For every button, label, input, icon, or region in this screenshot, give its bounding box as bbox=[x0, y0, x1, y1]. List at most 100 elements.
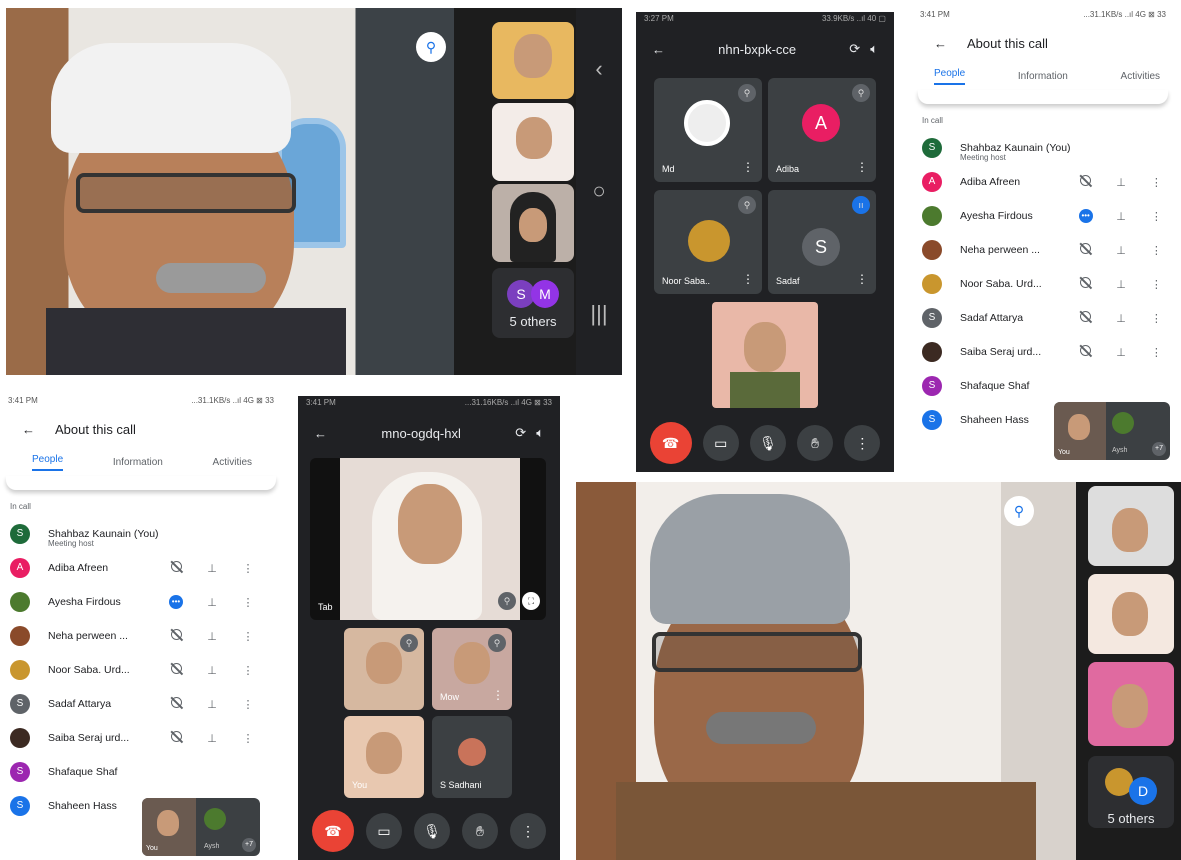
end-call-button[interactable]: ☎ bbox=[649, 422, 692, 464]
speaking-icon: ••• bbox=[1068, 209, 1103, 223]
pin-icon[interactable]: ⊥ bbox=[194, 664, 230, 677]
pin-icon[interactable]: ⚲ bbox=[416, 32, 446, 62]
more-icon[interactable]: ⋮ bbox=[1139, 312, 1174, 325]
participant-row[interactable]: S Sadaf Attarya ⊥ ⋮ bbox=[912, 301, 1174, 335]
pin-icon[interactable]: ⊥ bbox=[194, 698, 230, 711]
pin-icon[interactable]: ⊥ bbox=[194, 630, 230, 643]
pin-icon[interactable]: ⊥ bbox=[1103, 244, 1138, 257]
more-icon[interactable]: ⋮ bbox=[492, 688, 504, 702]
more-icon[interactable]: ⋮ bbox=[1139, 244, 1174, 257]
pip-video[interactable]: You Aysh +7 bbox=[1054, 402, 1170, 460]
home-nav-icon[interactable]: ○ bbox=[592, 178, 605, 204]
others-tile[interactable]: D 5 others bbox=[1088, 756, 1174, 828]
pin-icon[interactable]: ⊥ bbox=[1103, 346, 1138, 359]
tab-activities[interactable]: Activities bbox=[213, 457, 252, 468]
participant-tile[interactable]: S ıı Sadaf ⋮ bbox=[768, 190, 876, 294]
fullscreen-icon[interactable]: ⛶ bbox=[522, 592, 540, 610]
pip-video[interactable]: You Aysh +7 bbox=[142, 798, 260, 856]
participant-row[interactable]: S Shafaque Shaf bbox=[912, 369, 1174, 403]
more-options-button[interactable]: ⋮ bbox=[844, 425, 881, 461]
meeting-code[interactable]: nhn-bxpk-cce bbox=[675, 42, 839, 57]
raise-hand-button[interactable]: ✋︎ bbox=[797, 425, 834, 461]
back-arrow-icon[interactable]: ← bbox=[22, 422, 35, 437]
more-icon[interactable]: ⋮ bbox=[1139, 210, 1174, 223]
participant-row[interactable]: A Adiba Afreen ⊥ ⋮ bbox=[912, 165, 1174, 199]
featured-video[interactable]: Tab ⚲ ⛶ bbox=[310, 458, 546, 620]
tab-people[interactable]: People bbox=[934, 68, 966, 85]
pin-icon[interactable]: ⊥ bbox=[194, 596, 230, 609]
participant-tile[interactable]: S Sadhani bbox=[432, 716, 512, 798]
participant-row[interactable]: Neha perween ... ⊥ ⋮ bbox=[0, 619, 282, 653]
participant-row[interactable]: Saiba Seraj urd... ⊥ ⋮ bbox=[0, 721, 282, 755]
switch-camera-icon[interactable]: ⟳ bbox=[515, 425, 526, 441]
participant-row[interactable]: Neha perween ... ⊥ ⋮ bbox=[912, 233, 1174, 267]
participant-tile[interactable]: ⚲ Noor Saba.. ⋮ bbox=[654, 190, 762, 294]
camera-button[interactable]: ▭ bbox=[366, 813, 402, 849]
participant-row[interactable]: Noor Saba. Urd... ⊥ ⋮ bbox=[0, 653, 282, 687]
tab-information[interactable]: Information bbox=[1018, 71, 1068, 82]
back-arrow-icon[interactable]: ← bbox=[934, 36, 947, 51]
more-options-button[interactable]: ⋮ bbox=[510, 813, 546, 849]
participant-row[interactable]: S Shahbaz Kaunain (You) Meeting host bbox=[0, 517, 282, 551]
participant-thumb[interactable] bbox=[492, 184, 574, 262]
more-icon[interactable]: ⋮ bbox=[230, 664, 266, 677]
more-icon[interactable]: ⋮ bbox=[230, 562, 266, 575]
camera-button[interactable]: ▭ bbox=[702, 425, 739, 461]
speaker-icon[interactable]: 🔈︎ bbox=[870, 41, 878, 57]
participant-thumb[interactable] bbox=[492, 103, 574, 181]
more-icon[interactable]: ⋮ bbox=[742, 160, 754, 174]
participant-row[interactable]: Saiba Seraj urd... ⊥ ⋮ bbox=[912, 335, 1174, 369]
participant-tile[interactable]: ⚲ Md ⋮ bbox=[654, 78, 762, 182]
back-arrow-icon[interactable]: ← bbox=[652, 42, 665, 57]
participant-row[interactable]: Ayesha Firdous ••• ⊥ ⋮ bbox=[0, 585, 282, 619]
tab-activities[interactable]: Activities bbox=[1121, 71, 1160, 82]
pin-icon[interactable]: ⊥ bbox=[1103, 312, 1138, 325]
participant-thumb[interactable] bbox=[1088, 662, 1174, 746]
tab-people[interactable]: People bbox=[32, 454, 64, 471]
more-icon[interactable]: ⋮ bbox=[1139, 346, 1174, 359]
more-icon[interactable]: ⋮ bbox=[856, 272, 868, 286]
muted-mic-icon bbox=[158, 629, 194, 643]
more-icon[interactable]: ⋮ bbox=[1139, 278, 1174, 291]
participant-row[interactable]: A Adiba Afreen ⊥ ⋮ bbox=[0, 551, 282, 585]
participant-tile[interactable]: A ⚲ Adiba ⋮ bbox=[768, 78, 876, 182]
tab-information[interactable]: Information bbox=[113, 457, 163, 468]
pin-icon[interactable]: ⊥ bbox=[1103, 278, 1138, 291]
meeting-code[interactable]: mno-ogdq-hxl bbox=[337, 426, 505, 441]
participant-thumb[interactable] bbox=[1088, 574, 1174, 654]
more-icon[interactable]: ⋮ bbox=[742, 272, 754, 286]
avatar: A bbox=[10, 558, 30, 578]
pin-icon[interactable]: ⊥ bbox=[194, 732, 230, 745]
speaker-icon[interactable]: 🔈︎ bbox=[536, 425, 544, 441]
pin-icon[interactable]: ⊥ bbox=[1103, 176, 1138, 189]
participant-row[interactable]: S Shafaque Shaf bbox=[0, 755, 282, 789]
participant-row[interactable]: S Sadaf Attarya ⊥ ⋮ bbox=[0, 687, 282, 721]
participant-tile[interactable]: Mow ⚲ ⋮ bbox=[432, 628, 512, 710]
participant-row[interactable]: S Shahbaz Kaunain (You) Meeting host bbox=[912, 131, 1174, 165]
back-nav-icon[interactable]: ‹ bbox=[595, 56, 602, 82]
back-arrow-icon[interactable]: ← bbox=[314, 426, 327, 441]
others-tile[interactable]: SM 5 others bbox=[492, 268, 574, 338]
participant-row[interactable]: Ayesha Firdous ••• ⊥ ⋮ bbox=[912, 199, 1174, 233]
raise-hand-button[interactable]: ✋︎ bbox=[462, 813, 498, 849]
participant-tile[interactable]: ⚲ bbox=[344, 628, 424, 710]
participant-thumb[interactable] bbox=[492, 22, 574, 99]
self-tile[interactable]: You bbox=[344, 716, 424, 798]
more-icon[interactable]: ⋮ bbox=[230, 698, 266, 711]
more-icon[interactable]: ⋮ bbox=[230, 732, 266, 745]
participant-thumb[interactable] bbox=[1088, 486, 1174, 566]
pin-icon[interactable]: ⊥ bbox=[194, 562, 230, 575]
more-icon[interactable]: ⋮ bbox=[230, 596, 266, 609]
mic-button[interactable]: 🎙︎ bbox=[749, 425, 786, 461]
participant-name: Ayesha Firdous bbox=[48, 596, 121, 608]
mic-button[interactable]: 🎙︎ bbox=[414, 813, 450, 849]
pin-icon[interactable]: ⚲ bbox=[1004, 496, 1034, 526]
more-icon[interactable]: ⋮ bbox=[230, 630, 266, 643]
pin-icon[interactable]: ⊥ bbox=[1103, 210, 1138, 223]
switch-camera-icon[interactable]: ⟳ bbox=[849, 41, 860, 57]
end-call-button[interactable]: ☎ bbox=[312, 810, 354, 852]
more-icon[interactable]: ⋮ bbox=[1139, 176, 1174, 189]
more-icon[interactable]: ⋮ bbox=[856, 160, 868, 174]
recents-nav-icon[interactable]: ||| bbox=[590, 301, 607, 327]
participant-row[interactable]: Noor Saba. Urd... ⊥ ⋮ bbox=[912, 267, 1174, 301]
